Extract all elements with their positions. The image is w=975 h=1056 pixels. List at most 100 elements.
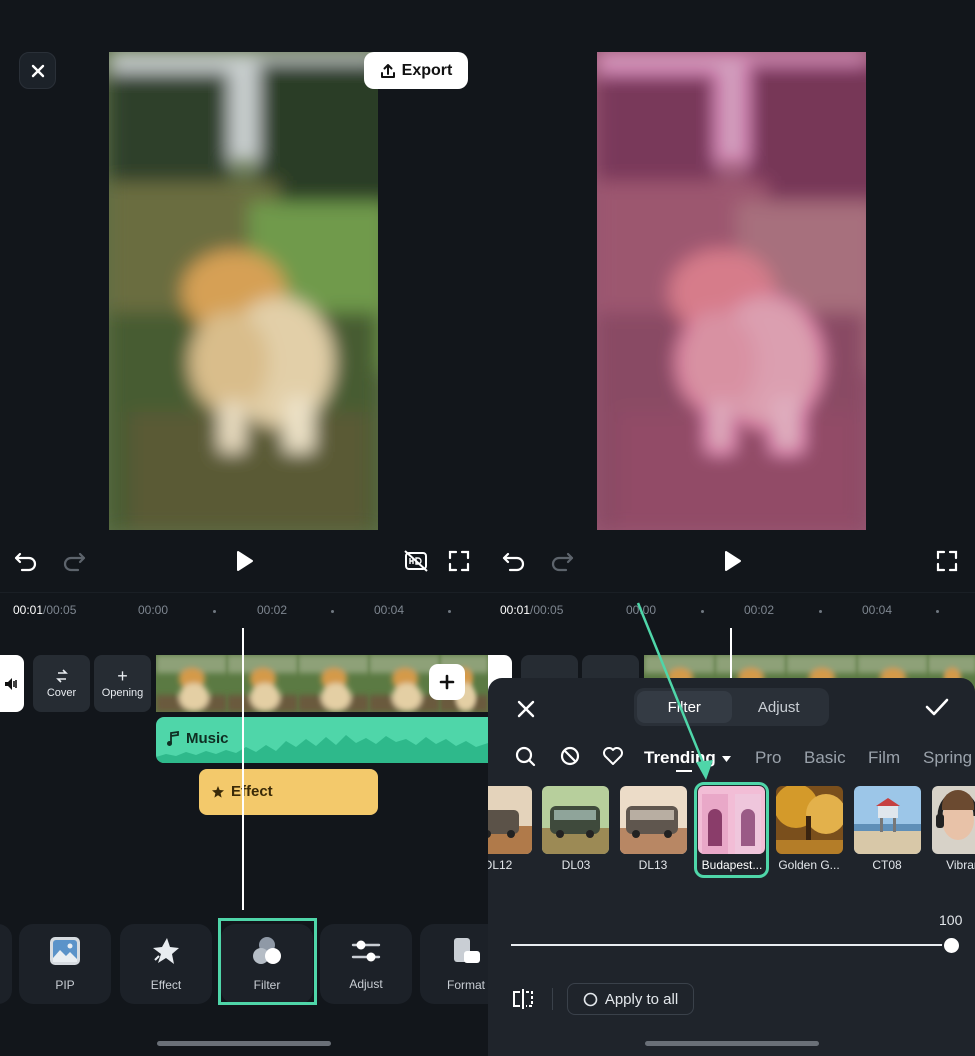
playhead[interactable] — [242, 628, 244, 910]
radio-icon — [583, 992, 598, 1006]
category-basic[interactable]: Basic — [804, 748, 846, 768]
tool-partial[interactable] — [0, 924, 12, 1004]
filter-thumb-dl12[interactable] — [488, 786, 532, 854]
plus-icon — [439, 674, 455, 690]
video-preview-filtered[interactable] — [597, 52, 866, 530]
confirm-button[interactable] — [924, 694, 950, 720]
video-clip-frame[interactable] — [298, 655, 369, 712]
filter-thumb-dl03[interactable] — [542, 786, 609, 854]
timeline-ruler[interactable]: 00:01/00:05 00:00 00:02 00:04 — [488, 592, 975, 628]
playhead[interactable] — [730, 628, 732, 678]
undo-button[interactable] — [501, 548, 527, 574]
close-button[interactable] — [19, 52, 56, 89]
music-label: Music — [186, 730, 229, 747]
speaker-icon — [5, 677, 17, 690]
filter-thumb-dl13[interactable] — [620, 786, 687, 854]
filter-label: CT08 — [872, 858, 902, 872]
fullscreen-button[interactable] — [934, 548, 960, 574]
opening-button[interactable]: + Opening — [94, 655, 151, 712]
fullscreen-icon — [936, 550, 958, 572]
redo-icon — [63, 552, 86, 572]
play-icon — [725, 551, 741, 571]
filter-thumb-vibrant[interactable] — [932, 786, 975, 854]
intensity-slider[interactable] — [511, 944, 951, 946]
editor-panel-right: 00:01/00:05 00:00 00:02 00:04 + Filter A… — [488, 0, 975, 1056]
video-clip-frame[interactable] — [227, 655, 298, 712]
filter-label: DL03 — [561, 858, 591, 872]
close-icon — [517, 700, 535, 718]
fullscreen-icon — [448, 550, 470, 572]
search-icon — [515, 746, 536, 767]
tool-label: Format — [446, 978, 485, 992]
compare-icon — [513, 989, 533, 1009]
add-clip-button[interactable] — [429, 664, 465, 700]
category-trending[interactable]: Trending — [644, 748, 732, 768]
effect-sparkle-icon — [153, 938, 179, 964]
undo-button[interactable] — [13, 548, 39, 574]
hdr-off-button[interactable] — [403, 548, 429, 574]
video-clip-frame[interactable] — [156, 655, 227, 712]
tool-label: Effect — [150, 978, 182, 992]
filter-sheet: Filter Adjust Trending Pro Basic Film Sp… — [488, 678, 975, 1056]
upload-icon — [380, 63, 395, 78]
fullscreen-button[interactable] — [446, 548, 472, 574]
filter-label: Golden G... — [778, 858, 840, 872]
favorites-button[interactable] — [600, 743, 626, 769]
close-sheet-button[interactable] — [513, 696, 539, 722]
export-button[interactable]: Export — [364, 52, 468, 89]
audio-toggle-button[interactable] — [0, 655, 24, 712]
tool-adjust[interactable]: Adjust — [320, 924, 412, 1004]
redo-icon — [551, 552, 574, 572]
tick-label: 00:02 — [744, 603, 775, 617]
undo-icon — [14, 552, 37, 572]
undo-icon — [502, 552, 525, 572]
category-pro[interactable]: Pro — [755, 748, 781, 768]
tool-pip[interactable]: PIP — [19, 924, 111, 1004]
cover-button[interactable]: Cover — [33, 655, 90, 712]
editor-panel-left: Export 00:01/00:05 00:00 00:02 00:04 Cov… — [0, 0, 488, 1056]
category-film[interactable]: Film — [868, 748, 900, 768]
filter-label: Vibrant — [946, 858, 975, 872]
tick-label: 00:04 — [862, 603, 893, 617]
current-time: 00:01/00:05 — [13, 603, 77, 617]
tool-label: PIP — [55, 978, 75, 992]
effect-track[interactable]: Effect — [199, 769, 378, 815]
tab-filter[interactable]: Filter — [637, 691, 732, 723]
play-button[interactable] — [719, 548, 745, 574]
filter-thumb-ct08[interactable] — [854, 786, 921, 854]
category-underline — [676, 770, 692, 772]
video-preview[interactable] — [109, 52, 378, 530]
search-button[interactable] — [512, 743, 538, 769]
selected-filter-highlight — [694, 782, 769, 878]
format-icon — [454, 938, 480, 963]
opening-label: Opening — [101, 686, 144, 699]
hdr-off-icon — [404, 550, 428, 572]
heart-icon — [603, 747, 623, 765]
timeline-ruler[interactable]: 00:01/00:05 00:00 00:02 00:04 — [0, 592, 488, 628]
adjust-sliders-icon — [351, 940, 381, 962]
tick-label: 00:00 — [626, 603, 657, 617]
compare-button[interactable] — [510, 986, 536, 1012]
category-spring[interactable]: Spring — [923, 748, 972, 768]
tick-label: 00:00 — [138, 603, 169, 617]
tool-format[interactable]: Format — [420, 924, 488, 1004]
plus-icon: + — [117, 665, 128, 686]
current-time: 00:01/00:05 — [500, 603, 564, 617]
swap-icon — [55, 668, 68, 683]
filter-highlight — [218, 918, 317, 1005]
redo-button[interactable] — [549, 548, 575, 574]
pip-image-icon — [50, 937, 80, 965]
apply-to-all-label: Apply to all — [604, 990, 679, 1008]
tick-label: 00:02 — [257, 603, 288, 617]
tab-adjust[interactable]: Adjust — [732, 691, 827, 723]
apply-to-all-button[interactable]: Apply to all — [567, 983, 694, 1015]
tool-effect[interactable]: Effect — [120, 924, 212, 1004]
no-filter-button[interactable] — [557, 743, 583, 769]
filter-thumb-golden[interactable] — [776, 786, 843, 854]
intensity-slider-knob[interactable] — [942, 936, 961, 955]
play-button[interactable] — [231, 548, 257, 574]
music-track[interactable]: Music — [156, 717, 488, 763]
no-filter-icon — [560, 746, 580, 766]
filter-label: DL12 — [488, 858, 513, 872]
redo-button[interactable] — [61, 548, 87, 574]
